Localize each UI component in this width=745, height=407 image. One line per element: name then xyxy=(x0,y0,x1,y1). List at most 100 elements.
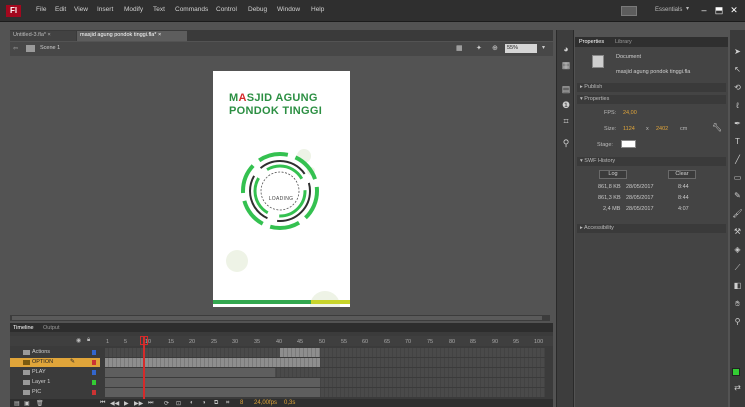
layer-color-swatch xyxy=(92,360,96,365)
tab-output[interactable]: Output xyxy=(43,325,60,331)
eyedropper-tool-icon[interactable]: ⟋ xyxy=(732,262,743,273)
wrench-icon[interactable]: 🔧︎ xyxy=(712,123,722,132)
stage-width[interactable]: 1124 xyxy=(623,126,635,132)
step-back-icon[interactable]: ◀◀ xyxy=(110,400,119,407)
playhead-handle[interactable] xyxy=(140,336,148,345)
play-icon[interactable]: ▶ xyxy=(124,400,129,407)
paint-bucket-tool-icon[interactable]: ◈ xyxy=(732,244,743,255)
section-accessibility[interactable]: ▸ Accessibility xyxy=(577,224,726,233)
text-tool-icon[interactable]: T xyxy=(732,136,743,147)
frame-span-actions[interactable] xyxy=(280,348,320,357)
frame-span-option[interactable] xyxy=(105,358,320,367)
center-frame-icon[interactable]: ⊡ xyxy=(176,400,181,407)
horizontal-scrollbar[interactable] xyxy=(10,315,550,321)
clear-button[interactable]: Clear xyxy=(668,170,696,179)
swap-colors-icon[interactable]: ⇄ xyxy=(732,382,743,393)
menu-control[interactable]: Control xyxy=(216,6,237,13)
current-frame-readout[interactable]: 8 xyxy=(240,400,243,406)
center-stage-icon[interactable]: ⊕ xyxy=(492,44,498,52)
menu-text[interactable]: Text xyxy=(153,6,165,13)
chevron-down-icon[interactable]: ▾ xyxy=(542,44,545,51)
menu-window[interactable]: Window xyxy=(277,6,300,13)
section-properties[interactable]: ▾ Properties xyxy=(577,95,726,104)
eye-icon[interactable]: ◉ xyxy=(76,337,81,344)
chevron-down-icon[interactable]: ▾ xyxy=(686,5,689,12)
rectangle-tool-icon[interactable]: ▭ xyxy=(732,172,743,183)
free-transform-tool-icon[interactable]: ⟲ xyxy=(732,82,743,93)
tab-library[interactable]: Library xyxy=(615,39,632,45)
align-icon[interactable]: ▤ xyxy=(561,84,571,94)
loop-icon[interactable]: ⟳ xyxy=(164,400,169,407)
tab-untitled-3[interactable]: Untitled-3.fla* × xyxy=(10,31,76,41)
menu-view[interactable]: View xyxy=(74,6,88,13)
edit-scene-icon[interactable]: ▦ xyxy=(456,44,463,52)
subselection-tool-icon[interactable]: ↖ xyxy=(732,64,743,75)
modify-markers-icon[interactable]: ⌗ xyxy=(226,400,229,407)
menu-help[interactable]: Help xyxy=(311,6,324,13)
menu-debug[interactable]: Debug xyxy=(248,6,267,13)
go-to-first-icon[interactable]: ⏮ xyxy=(100,400,105,407)
layer-row-option[interactable]: OPTION ✎ xyxy=(10,358,100,367)
selection-tool-icon[interactable]: ➤ xyxy=(732,46,743,57)
frame-rate-readout[interactable]: 24,00fps xyxy=(254,400,277,406)
edit-multiple-frames-icon[interactable]: ⧉ xyxy=(214,400,218,407)
pencil-tool-icon[interactable]: ✎ xyxy=(732,190,743,201)
lasso-tool-icon[interactable]: ℓ xyxy=(732,100,743,111)
info-icon[interactable]: ❶ xyxy=(561,100,571,110)
fill-color-swatch[interactable] xyxy=(732,368,740,376)
fps-value[interactable]: 24,00 xyxy=(623,110,637,116)
onion-outline-icon[interactable]: ◑ xyxy=(202,400,206,406)
menu-modify[interactable]: Modify xyxy=(124,6,143,13)
onion-skin-icon[interactable]: ◐ xyxy=(190,400,194,406)
step-forward-icon[interactable]: ▶▶ xyxy=(134,400,143,407)
menu-insert[interactable]: Insert xyxy=(97,6,113,13)
tab-masjid-agung[interactable]: masjid agung pondok tinggi.fla* × xyxy=(77,31,187,41)
bone-tool-icon[interactable]: ⚒ xyxy=(732,226,743,237)
frame-span-pic[interactable] xyxy=(105,388,320,397)
tab-properties[interactable]: Properties xyxy=(579,39,604,45)
close-button[interactable]: ✕ xyxy=(728,4,740,16)
menu-commands[interactable]: Commands xyxy=(175,6,208,13)
log-button[interactable]: Log xyxy=(599,170,627,179)
zoom-tool-icon[interactable]: ⚲ xyxy=(732,316,743,327)
layer-row-pic[interactable]: PIC xyxy=(10,388,100,397)
frame-row-actions[interactable] xyxy=(105,348,545,357)
pen-tool-icon[interactable]: ✒ xyxy=(732,118,743,129)
section-publish[interactable]: ▸ Publish xyxy=(577,83,726,92)
edit-symbols-icon[interactable]: ✦ xyxy=(476,44,482,52)
new-layer-icon[interactable]: ▤ xyxy=(14,400,20,407)
frame-span-layer-1[interactable] xyxy=(105,378,320,387)
frame-span-play[interactable] xyxy=(105,368,275,377)
stage-color-swatch[interactable] xyxy=(621,140,636,148)
layer-row-actions[interactable]: Actions xyxy=(10,348,100,357)
lock-icon[interactable]: 🔒︎ xyxy=(87,337,90,344)
stage-canvas[interactable]: MASJID AGUNG PONDOK TINGGI LOADING xyxy=(213,71,350,307)
swatches-icon[interactable]: ▦ xyxy=(561,60,571,70)
scene-label[interactable]: Scene 1 xyxy=(40,45,60,51)
minimize-button[interactable]: – xyxy=(698,4,710,16)
layer-row-play[interactable]: PLAY xyxy=(10,368,100,377)
stage-height[interactable]: 2402 xyxy=(656,126,668,132)
transform-icon[interactable]: ⌗ xyxy=(561,116,571,126)
layer-row-layer-1[interactable]: Layer 1 xyxy=(10,378,100,387)
new-folder-icon[interactable]: ▣ xyxy=(24,400,30,407)
workspace-dropdown[interactable]: Essentials xyxy=(655,7,682,13)
menu-edit[interactable]: Edit xyxy=(55,6,66,13)
workspace-switcher-icon[interactable] xyxy=(621,6,637,16)
eraser-tool-icon[interactable]: ◧ xyxy=(732,280,743,291)
go-to-last-icon[interactable]: ⏭ xyxy=(148,400,153,407)
maximize-button[interactable]: ⬒ xyxy=(713,4,725,16)
tab-timeline[interactable]: Timeline xyxy=(13,325,34,331)
line-tool-icon[interactable]: ╱ xyxy=(732,154,743,165)
back-arrow-icon[interactable]: ⇦ xyxy=(13,45,18,52)
color-icon[interactable]: ◕ xyxy=(561,44,571,54)
delete-layer-icon[interactable]: 🗑︎ xyxy=(36,400,44,407)
hand-tool-icon[interactable]: ✋︎ xyxy=(732,298,743,309)
scrollbar-thumb[interactable] xyxy=(12,316,542,320)
menu-file[interactable]: File xyxy=(36,6,46,13)
playhead[interactable] xyxy=(143,336,145,400)
section-swf-history[interactable]: ▾ SWF History xyxy=(577,157,726,166)
components-icon[interactable]: ⚲ xyxy=(561,138,571,148)
zoom-dropdown[interactable]: 55% xyxy=(505,44,537,53)
brush-tool-icon[interactable]: 🖌︎ xyxy=(732,208,743,219)
